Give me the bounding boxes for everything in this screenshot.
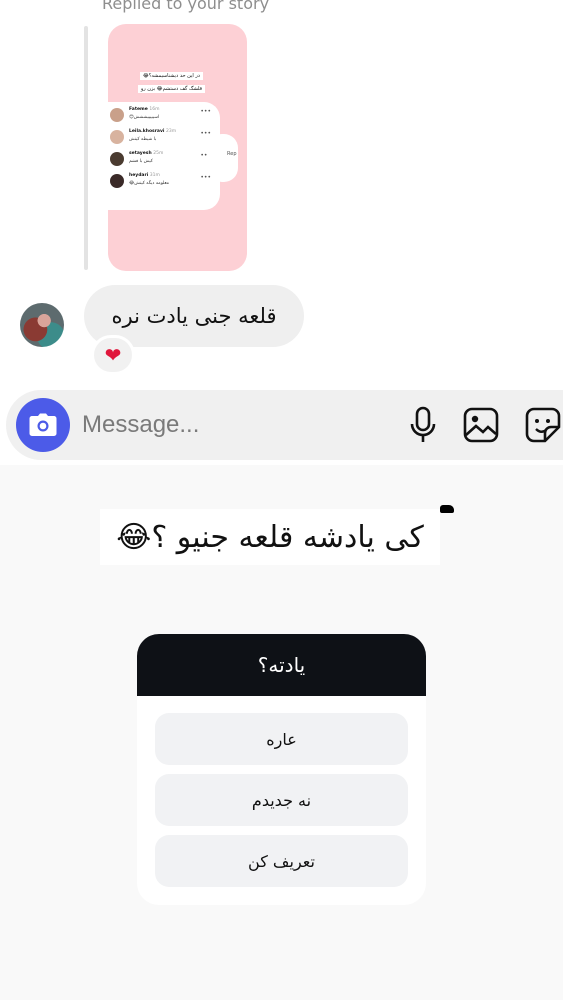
comment-text: کیش با فشم <box>129 159 153 164</box>
comment-avatar <box>110 174 124 188</box>
story-comment: setayesh 25m کیش با فشم ••• <box>110 150 215 170</box>
comment-text: اسیییییششش😍 <box>129 115 160 120</box>
message-composer <box>6 390 563 460</box>
comment-name: heydari <box>129 173 149 178</box>
story-comment: Leila.khosravi 23m با شیطه کینش ••• <box>110 128 215 148</box>
heart-icon[interactable]: ❤ <box>91 335 135 375</box>
sticker-button[interactable] <box>522 404 563 446</box>
reply-indicator-bar <box>84 26 88 270</box>
sticker-icon <box>525 407 561 443</box>
story-reply-label: Rep <box>227 151 237 157</box>
decoration-mark <box>440 505 454 513</box>
story-comments-panel: Fateme 16m اسیییییششش😍 ••• Leila.khosrav… <box>108 102 220 210</box>
poll-option-2[interactable]: نه جدیدم <box>155 774 408 826</box>
story-preview[interactable]: در این حد دیشناسیمشه؟😂 قلشگ گف دستشم😂 بز… <box>108 24 247 271</box>
microphone-icon <box>410 406 436 442</box>
comment-time: 16m <box>149 107 160 112</box>
chat-thread: Replied to your story در این حد دیشناسیم… <box>0 0 563 465</box>
story-sticker-text: قلشگ گف دستشم😂 بزن رو <box>137 85 205 93</box>
more-icon: ••• <box>200 130 211 137</box>
comment-time: 25m <box>153 151 164 156</box>
poll-option-3[interactable]: تعریف کن <box>155 835 408 887</box>
comment-time: 31m <box>149 173 160 178</box>
poll-option-1[interactable]: عاره <box>155 713 408 765</box>
story-sticker-text: در این حد دیشناسیمشه؟😂 <box>139 72 203 80</box>
comment-name: Leila.khosravi <box>129 129 165 134</box>
replied-to-story-label: Replied to your story <box>102 0 270 13</box>
story-panel-tab <box>208 134 238 182</box>
gallery-icon <box>463 407 499 443</box>
comment-name: Fateme <box>129 107 148 112</box>
story-comment: heydari 31m معلومه دیگه کینش😂 ••• <box>110 172 215 192</box>
comment-text: با شیطه کینش <box>129 137 157 142</box>
poll-title: یادته؟ <box>137 634 426 696</box>
comment-text: معلومه دیگه کینش😂 <box>129 181 170 186</box>
voice-message-button[interactable] <box>402 404 444 446</box>
sender-avatar[interactable] <box>20 303 64 347</box>
comment-avatar <box>110 152 124 166</box>
camera-icon <box>29 413 57 436</box>
poll-sticker: یادته؟ عاره نه جدیدم تعریف کن <box>137 634 426 905</box>
camera-button[interactable] <box>16 398 70 452</box>
comment-avatar <box>110 108 124 122</box>
comment-time: 23m <box>166 129 177 134</box>
question-text: کی یادشه قلعه جنیو ؟😂 <box>100 509 440 565</box>
comment-avatar <box>110 130 124 144</box>
gallery-button[interactable] <box>460 404 502 446</box>
more-icon: ••• <box>200 108 211 115</box>
comment-name: setayesh <box>129 151 152 156</box>
message-input[interactable] <box>82 408 382 442</box>
story-comment: Fateme 16m اسیییییششش😍 ••• <box>110 106 215 126</box>
